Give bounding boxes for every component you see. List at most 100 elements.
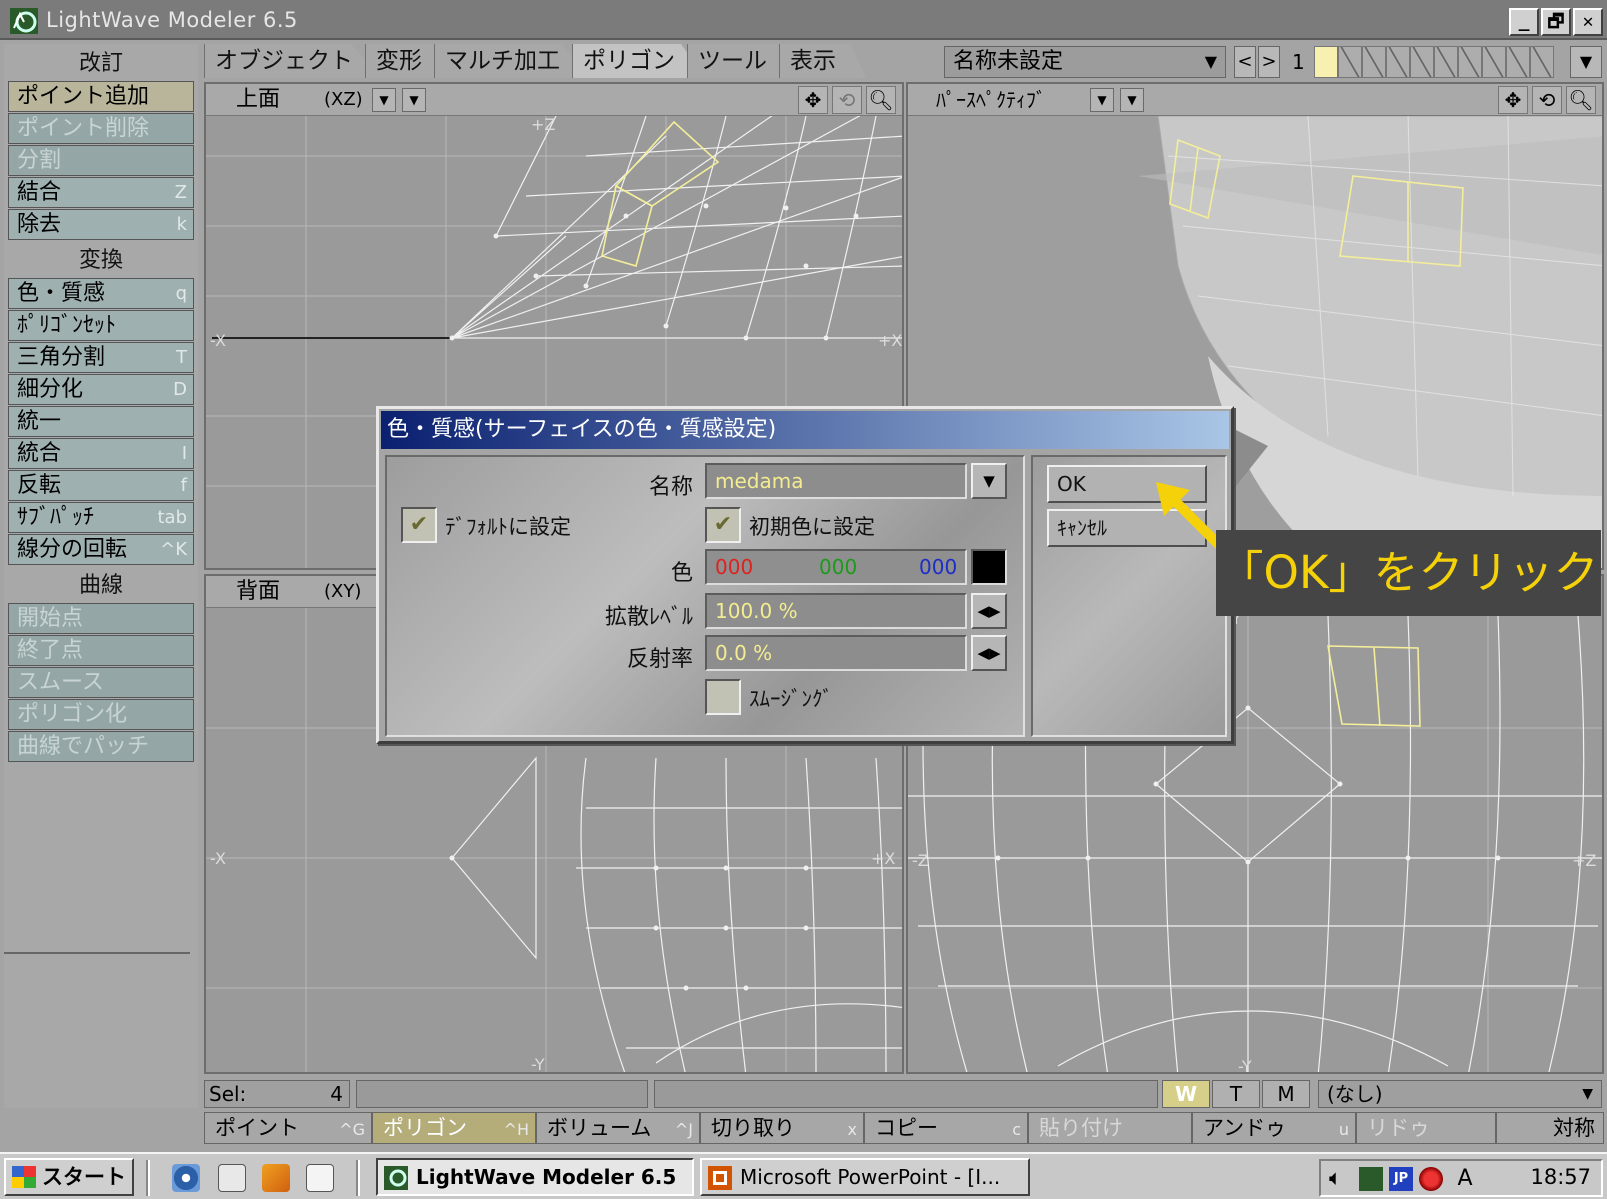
start-point-button[interactable]: 開始点	[8, 603, 194, 634]
info-field	[356, 1080, 648, 1108]
surface-name-field[interactable]: medama	[705, 463, 967, 499]
ime-language-icon[interactable]: JP	[1389, 1167, 1413, 1191]
redo-button[interactable]: リドゥ	[1356, 1112, 1496, 1144]
layer-dropdown-button[interactable]: ▼	[1570, 46, 1602, 78]
copy-button[interactable]: コピー c	[864, 1112, 1028, 1144]
ime-mode-indicator[interactable]: A	[1453, 1167, 1477, 1191]
tab-display[interactable]: 表示	[779, 44, 866, 78]
rotate-view-icon[interactable]: ⟲	[1532, 86, 1562, 114]
set-initial-color-checkbox[interactable]: ✔	[705, 507, 741, 543]
task-powerpoint[interactable]: Microsoft PowerPoint - [I...	[700, 1158, 1030, 1196]
vmap-select[interactable]: (なし) ▼	[1318, 1080, 1602, 1108]
smooth-button[interactable]: スムース	[8, 667, 194, 698]
layer-next-button[interactable]: >	[1258, 46, 1280, 78]
layer-box[interactable]	[1314, 46, 1338, 78]
button-label: 線分の回転	[17, 537, 128, 562]
symmetry-button[interactable]: 対称	[1496, 1112, 1604, 1144]
layer-box[interactable]	[1386, 46, 1410, 78]
layer-box[interactable]	[1458, 46, 1482, 78]
layer-box[interactable]	[1338, 46, 1362, 78]
minimize-button[interactable]: _	[1509, 8, 1539, 36]
points-mode-button[interactable]: ポイント ^G	[204, 1112, 372, 1144]
tab-polygon[interactable]: ポリゴン	[572, 44, 705, 78]
restore-button[interactable]: 🗗	[1541, 8, 1571, 36]
paste-button[interactable]: 貼り付け	[1028, 1112, 1192, 1144]
render-mode-dropdown[interactable]: ▼	[402, 88, 426, 112]
selection-label: Sel:	[209, 1082, 247, 1106]
surface-name-dropdown[interactable]: ▼	[971, 463, 1007, 499]
reflection-field[interactable]: 0.0 %	[705, 635, 967, 671]
end-point-button[interactable]: 終了点	[8, 635, 194, 666]
split-button[interactable]: 分割	[8, 145, 194, 176]
polygon-set-button[interactable]: ﾎﾟﾘｺﾞﾝｾｯﾄ	[8, 310, 194, 341]
check-icon: ✔	[713, 512, 733, 537]
zoom-icon[interactable]: 🔍︎	[1566, 86, 1596, 114]
polygonize-button[interactable]: ポリゴン化	[8, 699, 194, 730]
color-blue-value[interactable]: 000	[919, 551, 957, 583]
internet-explorer-icon[interactable]	[172, 1164, 200, 1192]
flip-button[interactable]: 反転 f	[8, 470, 194, 501]
mode-t-button[interactable]: T	[1212, 1080, 1260, 1108]
color-swatch[interactable]	[971, 549, 1007, 585]
button-label: ポイント	[215, 1116, 299, 1140]
diffuse-slider-button[interactable]: ◀▶	[971, 593, 1007, 629]
color-rgb-field[interactable]: 000 000 000	[705, 549, 967, 585]
view-type-dropdown[interactable]: ▼	[1090, 88, 1114, 112]
subdivide-button[interactable]: 細分化 D	[8, 374, 194, 405]
cut-button[interactable]: 切り取り x	[700, 1112, 864, 1144]
ime-status-icon[interactable]	[1419, 1167, 1443, 1191]
zoom-icon[interactable]: 🔍︎	[866, 86, 896, 114]
layer-box[interactable]	[1506, 46, 1530, 78]
color-green-value[interactable]: 000	[819, 551, 857, 583]
section-heading-convert: 変換	[78, 248, 123, 273]
delete-point-button[interactable]: ポイント削除	[8, 113, 194, 144]
unify-button[interactable]: 統一	[8, 406, 194, 437]
add-point-button[interactable]: ポイント追加	[8, 81, 194, 112]
notepad-icon[interactable]	[306, 1164, 334, 1192]
layer-box[interactable]	[1434, 46, 1458, 78]
rotate-view-icon[interactable]: ⟲	[832, 86, 862, 114]
shortcut-key: ^K	[160, 539, 187, 560]
layer-box[interactable]	[1410, 46, 1434, 78]
mode-m-button[interactable]: M	[1262, 1080, 1310, 1108]
spin-quads-button[interactable]: 線分の回転 ^K	[8, 534, 194, 565]
layer-box[interactable]	[1530, 46, 1554, 78]
volume-icon[interactable]: 🔈︎	[1329, 1167, 1353, 1191]
lightwave-tray-icon[interactable]	[1359, 1167, 1383, 1191]
surface-button[interactable]: 色・質感 q	[8, 278, 194, 309]
set-default-checkbox[interactable]: ✔	[401, 507, 437, 543]
message-field	[654, 1080, 1158, 1108]
layer-box[interactable]	[1482, 46, 1506, 78]
media-player-icon[interactable]	[262, 1164, 290, 1192]
show-desktop-icon[interactable]	[218, 1164, 246, 1192]
polygons-mode-button[interactable]: ポリゴン ^H	[372, 1112, 536, 1144]
triple-button[interactable]: 三角分割 T	[8, 342, 194, 373]
undo-button[interactable]: アンドゥ u	[1192, 1112, 1356, 1144]
color-red-value[interactable]: 000	[715, 551, 753, 583]
volume-mode-button[interactable]: ボリューム ^J	[536, 1112, 700, 1144]
patch-with-curves-button[interactable]: 曲線でパッチ	[8, 731, 194, 762]
diffuse-field[interactable]: 100.0 %	[705, 593, 967, 629]
layer-box[interactable]	[1362, 46, 1386, 78]
close-button[interactable]: ✕	[1573, 8, 1603, 36]
move-view-icon[interactable]: ✥	[798, 86, 828, 114]
smoothing-checkbox[interactable]	[705, 679, 741, 715]
start-button[interactable]: スタート	[4, 1158, 134, 1196]
subpatch-button[interactable]: ｻﾌﾞﾊﾟｯﾁ tab	[8, 502, 194, 533]
merge-polygons-button[interactable]: 統合 I	[8, 438, 194, 469]
surface-name-select[interactable]: 名称未設定 ▼	[944, 46, 1226, 78]
view-type-dropdown[interactable]: ▼	[372, 88, 396, 112]
render-mode-dropdown[interactable]: ▼	[1120, 88, 1144, 112]
reflection-slider-button[interactable]: ◀▶	[971, 635, 1007, 671]
remove-button[interactable]: 除去 k	[8, 209, 194, 240]
tab-objects[interactable]: オブジェクト	[204, 44, 383, 78]
task-lightwave[interactable]: LightWave Modeler 6.5	[376, 1158, 694, 1196]
move-view-icon[interactable]: ✥	[1498, 86, 1528, 114]
mode-w-button[interactable]: W	[1162, 1080, 1210, 1108]
merge-button[interactable]: 結合 Z	[8, 177, 194, 208]
layer-prev-button[interactable]: <	[1234, 46, 1256, 78]
section-heading-revise: 改訂	[78, 51, 123, 76]
chevron-down-icon: ▼	[983, 472, 995, 490]
tab-multiply[interactable]: マルチ加工	[434, 44, 590, 78]
viewport-title: ﾊﾟｰｽﾍﾟｸﾃｨﾌﾞ	[936, 88, 1046, 112]
